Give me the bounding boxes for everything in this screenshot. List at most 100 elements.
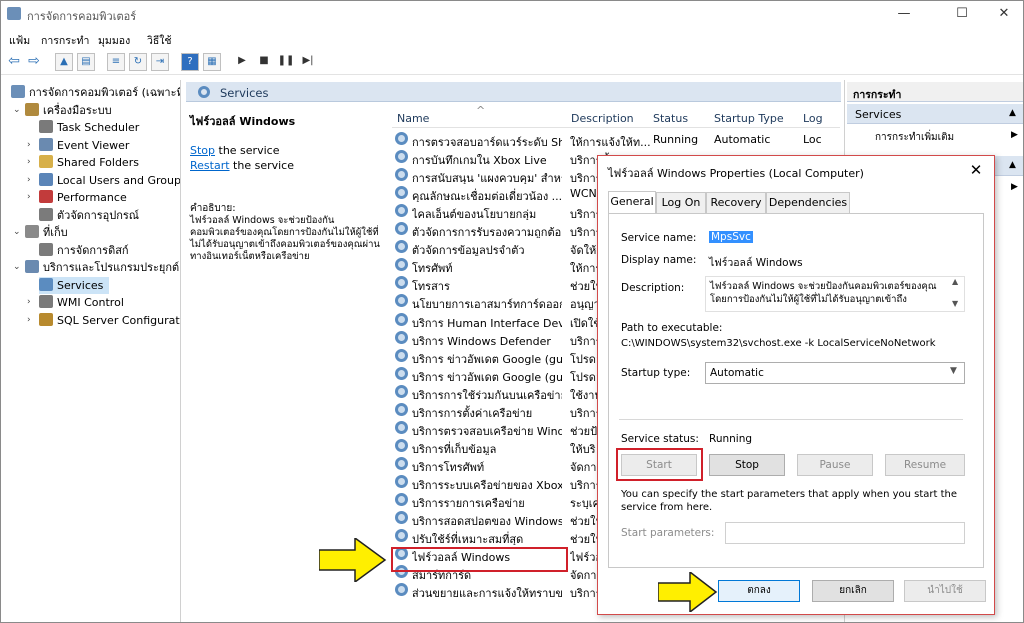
service-gear-icon bbox=[395, 312, 408, 326]
chevron-down-icon[interactable]: ⌄ bbox=[13, 102, 21, 119]
service-log: Loc bbox=[803, 133, 822, 146]
properties-icon[interactable]: ≡ bbox=[107, 53, 125, 71]
dialog-close-button[interactable]: ✕ bbox=[964, 160, 988, 180]
menu-bar: แฟ้ม การกระทำ มุมมอง วิธีใช้ bbox=[1, 28, 1023, 48]
service-startup: Automatic bbox=[714, 133, 771, 146]
submenu-arrow-icon-2[interactable]: ▶ bbox=[1011, 182, 1018, 192]
help-icon[interactable]: ? bbox=[181, 53, 199, 71]
close-button[interactable]: ✕ bbox=[981, 4, 1023, 24]
service-gear-icon bbox=[395, 240, 408, 254]
actions-services-section[interactable]: Services ▲ bbox=[847, 104, 1023, 124]
service-status: Running bbox=[653, 133, 699, 146]
tree-item[interactable]: Task Scheduler bbox=[39, 119, 139, 136]
scroll-up-icon[interactable]: ▲ bbox=[952, 277, 958, 286]
tree-item[interactable]: › SQL Server Configuratic bbox=[27, 312, 180, 329]
tab-general[interactable]: General bbox=[608, 191, 656, 214]
tree-item[interactable]: ⌄ เครื่องมือระบบ bbox=[13, 102, 112, 119]
dialog-title: ไฟร์วอลล์ Windows Properties (Local Comp… bbox=[608, 167, 864, 180]
startup-type-select[interactable]: Automatic ▼ bbox=[705, 362, 965, 384]
tree-item[interactable]: ตัวจัดการอุปกรณ์ bbox=[39, 207, 139, 224]
maximize-button[interactable]: ☐ bbox=[939, 4, 985, 24]
cancel-button[interactable]: ยกเลิก bbox=[812, 580, 894, 602]
collapse-up-icon-2[interactable]: ▲ bbox=[1009, 160, 1016, 170]
play-icon[interactable]: ▶ bbox=[233, 53, 251, 71]
service-name: ตัวจัดการข้อมูลปรจำตัว bbox=[412, 244, 525, 257]
actions-services-label: Services bbox=[855, 108, 902, 121]
pause-icon[interactable]: ❚❚ bbox=[277, 53, 295, 71]
col-status[interactable]: Status bbox=[653, 112, 688, 125]
tree-item[interactable]: › Local Users and Groups bbox=[27, 172, 180, 189]
chevron-down-icon[interactable]: ⌄ bbox=[13, 259, 21, 276]
show-tree-icon[interactable]: ▤ bbox=[77, 53, 95, 71]
tab-dependencies[interactable]: Dependencies bbox=[766, 192, 850, 214]
service-name-value[interactable]: MpsSvc bbox=[709, 231, 753, 243]
menu-view[interactable]: มุมมอง bbox=[98, 32, 130, 49]
chevron-right-icon[interactable]: › bbox=[27, 189, 31, 206]
chevron-right-icon[interactable]: › bbox=[27, 172, 31, 189]
tree-node-icon bbox=[39, 312, 53, 326]
chevron-down-icon[interactable]: ⌄ bbox=[13, 224, 21, 241]
minimize-button[interactable]: — bbox=[881, 4, 927, 24]
actions-header-title: การกระทำ bbox=[853, 89, 902, 101]
submenu-arrow-icon: ▶ bbox=[1011, 130, 1018, 140]
scroll-down-icon[interactable]: ▼ bbox=[952, 299, 958, 308]
service-gear-icon bbox=[395, 384, 408, 398]
tree-item[interactable]: ⌄ ที่เก็บ bbox=[13, 224, 68, 241]
tree-item-label: Task Scheduler bbox=[57, 121, 140, 134]
highlight-start-button bbox=[616, 448, 703, 481]
pause-button[interactable]: Pause bbox=[797, 454, 873, 476]
chevron-right-icon[interactable]: › bbox=[27, 294, 31, 311]
column-header: Name ^ Description Status Startup Type L… bbox=[392, 104, 840, 128]
chevron-right-icon[interactable]: › bbox=[27, 312, 31, 329]
up-folder-icon[interactable]: ▲ bbox=[55, 53, 73, 71]
resume-button[interactable]: Resume bbox=[885, 454, 965, 476]
col-name[interactable]: Name bbox=[397, 112, 429, 125]
tree-node-icon bbox=[11, 85, 25, 98]
tree-item[interactable]: › WMI Control bbox=[27, 294, 124, 311]
restart-service-link[interactable]: Restart bbox=[190, 159, 230, 172]
refresh-icon[interactable]: ↻ bbox=[129, 53, 147, 71]
tree-node-icon bbox=[25, 260, 39, 273]
col-description[interactable]: Description bbox=[571, 112, 634, 125]
menu-help[interactable]: วิธีใช้ bbox=[147, 32, 172, 49]
chevron-right-icon[interactable]: › bbox=[27, 137, 31, 154]
console-icon[interactable]: ▦ bbox=[203, 53, 221, 71]
apply-button[interactable]: นำไปใช้ bbox=[904, 580, 986, 602]
selected-service-name: ไฟร์วอลล์ Windows bbox=[190, 115, 296, 128]
tree-item[interactable]: › Event Viewer bbox=[27, 137, 129, 154]
back-arrow-icon[interactable]: ⇦ bbox=[5, 53, 23, 71]
service-name: บริการที่เก็บข้อมูล bbox=[412, 442, 497, 455]
tree-item[interactable]: ⌄ บริการและโปรแกรมประยุกต์ bbox=[13, 259, 179, 276]
restart-icon[interactable]: ▶| bbox=[299, 53, 317, 71]
service-name: บริการโทรศัพท์ bbox=[412, 460, 485, 473]
chevron-right-icon[interactable]: › bbox=[27, 154, 31, 171]
start-params-input[interactable] bbox=[725, 522, 965, 544]
col-log-on[interactable]: Log bbox=[803, 112, 823, 125]
forward-arrow-icon[interactable]: ⇨ bbox=[25, 53, 43, 71]
tree-item[interactable]: › Performance bbox=[27, 189, 127, 206]
collapse-up-icon[interactable]: ▲ bbox=[1009, 108, 1016, 118]
tree-item[interactable]: การจัดการคอมพิวเตอร์ (เฉพาะที่) bbox=[11, 84, 180, 101]
tab-log-on[interactable]: Log On bbox=[656, 192, 706, 214]
export-icon[interactable]: ⇥ bbox=[151, 53, 169, 71]
service-row[interactable]: การตรวจสอบอาร์ดแวร์ระดับ Shell ให้การแจ้ง… bbox=[392, 130, 840, 148]
tree-node-icon bbox=[39, 137, 53, 151]
tree-item[interactable]: การจัดการดิสก์ bbox=[39, 242, 129, 259]
more-actions-item[interactable]: การกระทำเพิ่มเติม ▶ bbox=[875, 130, 1023, 146]
ok-button[interactable]: ตกลง bbox=[718, 580, 800, 602]
description-field-label: Description: bbox=[621, 282, 685, 294]
description-textarea[interactable]: ไฟร์วอลล์ Windows จะช่วยป้องกันคอมพิวเตอ… bbox=[705, 276, 965, 312]
title-bar: การจัดการคอมพิวเตอร์ — ☐ ✕ bbox=[1, 1, 1023, 27]
col-startup-type[interactable]: Startup Type bbox=[714, 112, 784, 125]
app-icon bbox=[7, 7, 21, 20]
menu-action[interactable]: การกระทำ bbox=[41, 32, 89, 49]
tree-item[interactable]: Services bbox=[39, 276, 110, 294]
tree-item[interactable]: › Shared Folders bbox=[27, 154, 139, 171]
menu-file[interactable]: แฟ้ม bbox=[9, 32, 30, 49]
stop-icon[interactable]: ■ bbox=[255, 53, 273, 71]
tree-node-icon bbox=[25, 102, 39, 116]
tab-recovery[interactable]: Recovery bbox=[706, 192, 766, 214]
stop-button[interactable]: Stop bbox=[709, 454, 785, 476]
stop-service-link[interactable]: Stop bbox=[190, 144, 215, 157]
tree-node-icon bbox=[39, 155, 53, 168]
